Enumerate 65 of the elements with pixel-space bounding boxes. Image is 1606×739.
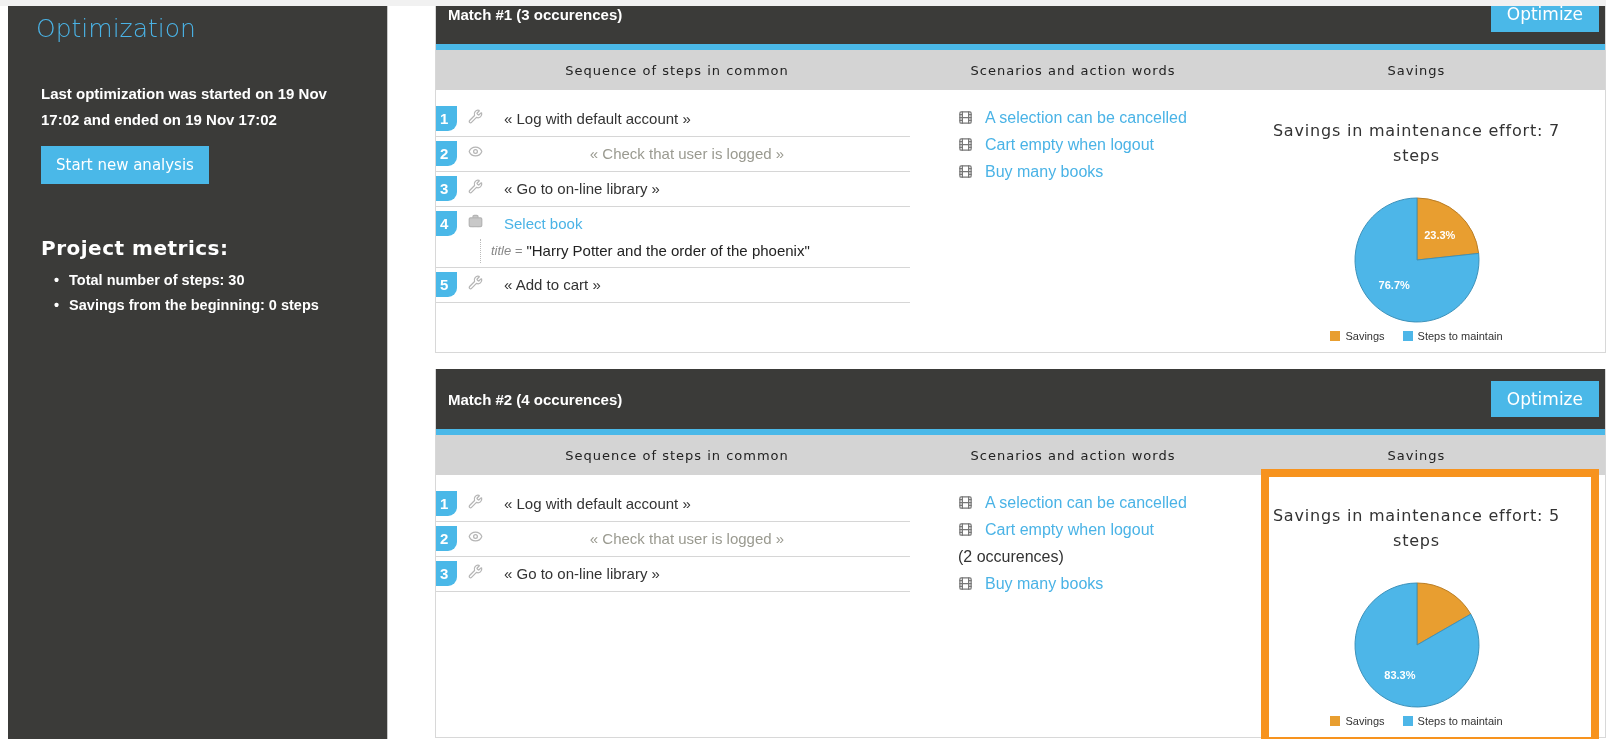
step-number: 1 [436, 106, 457, 131]
wrench-icon [468, 179, 483, 194]
legend-item: Savings [1330, 330, 1385, 342]
match-title: Match #1 (3 occurences) [448, 6, 623, 23]
parameter-value: "Harry Potter and the order of the phoenix" [526, 241, 810, 261]
column-header: Sequence of steps in common [436, 50, 918, 90]
slice-label: 83.3% [1383, 668, 1415, 681]
film-icon [958, 495, 973, 510]
step-text: « Add to cart » [504, 275, 601, 295]
start-analysis-button[interactable]: Start new analysis [41, 146, 209, 184]
legend-item: Savings [1330, 715, 1385, 727]
metric-item: Total number of steps: 30 [69, 272, 245, 289]
step-text: « Go to on-line library » [504, 564, 660, 584]
wrench-icon [468, 494, 483, 509]
step-number: 2 [436, 526, 457, 551]
optimize-button[interactable]: Optimize [1490, 381, 1599, 417]
step-number: 3 [436, 561, 457, 586]
film-icon [958, 576, 973, 591]
step-number: 3 [436, 176, 457, 201]
step-text: « Go to on-line library » [504, 179, 660, 199]
wrench-icon [468, 564, 483, 579]
scenario-link[interactable]: Buy many books [985, 163, 1104, 180]
step-text: « Log with default account » [504, 109, 691, 129]
sidebar-title: Optimization [36, 14, 197, 43]
eye-icon [468, 144, 483, 159]
match-title: Match #2 (4 occurences) [448, 390, 623, 408]
column-header: Scenarios and action words [918, 435, 1228, 475]
film-icon [958, 164, 973, 179]
scenario-link[interactable]: A selection can be cancelled [985, 109, 1187, 126]
eye-icon [468, 529, 483, 544]
step-text: « Check that user is logged » [589, 144, 786, 164]
step-number: 2 [436, 141, 457, 166]
step-number: 4 [436, 211, 457, 236]
bullet: • [54, 297, 60, 314]
chart-title: Savings in maintenance effort: 7 steps [1271, 120, 1562, 167]
scenario-link[interactable]: Cart empty when logout [985, 136, 1154, 153]
slice-label: 23.3% [1423, 228, 1455, 241]
scenario-link[interactable]: Buy many books [985, 575, 1104, 592]
scenario-link[interactable]: Cart empty when logout [985, 521, 1154, 538]
step-number: 1 [436, 491, 457, 516]
legend-item: Steps to maintain [1402, 715, 1503, 727]
column-header: Sequence of steps in common [436, 435, 918, 475]
briefcase-icon [468, 214, 483, 229]
column-header: Scenarios and action words [918, 50, 1228, 90]
step-link[interactable]: Select book [504, 209, 583, 239]
metric-item: Savings from the beginning: 0 steps [69, 297, 319, 314]
optimization-summary: Last optimization was started on 19 Nov 17:02 and ended on 19 Nov 17:02 [41, 84, 328, 130]
optimize-button[interactable]: Optimize [1490, 6, 1599, 32]
scenario-link[interactable]: A selection can be cancelled [985, 494, 1187, 511]
parameter-name: title = [491, 242, 523, 260]
slice-label: 76.7% [1378, 279, 1410, 292]
wrench-icon [468, 275, 483, 290]
step-text: « Log with default account » [504, 494, 691, 514]
occurrence-note: (2 occurences) [958, 548, 1064, 565]
metrics-title: Project metrics: [41, 236, 230, 260]
wrench-icon [468, 109, 483, 124]
film-icon [958, 110, 973, 125]
legend-item: Steps to maintain [1402, 330, 1503, 342]
film-icon [958, 522, 973, 537]
bullet: • [54, 272, 60, 289]
film-icon [958, 137, 973, 152]
column-header: Savings [1228, 50, 1605, 90]
chart-title: Savings in maintenance effort: 5 steps [1271, 505, 1562, 552]
step-text: « Check that user is logged » [589, 529, 786, 549]
step-number: 5 [436, 272, 457, 297]
